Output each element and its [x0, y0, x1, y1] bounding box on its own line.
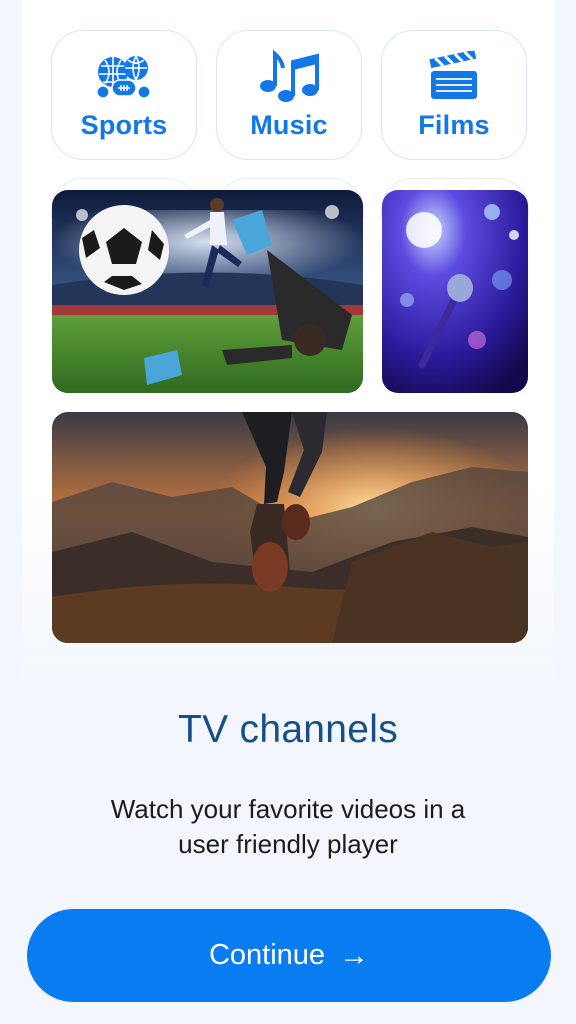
music-preview-image — [382, 190, 528, 393]
category-films[interactable]: Films — [381, 30, 527, 160]
sports-balls-icon — [94, 50, 154, 102]
category-music[interactable]: Music — [216, 30, 362, 160]
onboarding-subtitle: Watch your favorite videos in a user fri… — [110, 794, 466, 859]
clapperboard-icon — [428, 50, 480, 102]
continue-button[interactable]: Continue → — [27, 909, 551, 1002]
onboarding-title: TV channels — [177, 708, 399, 751]
films-preview-image — [52, 412, 528, 643]
category-label: Music — [250, 109, 328, 140]
continue-label: Continue — [208, 939, 326, 971]
category-label: Films — [418, 109, 490, 140]
category-label: Sports — [80, 109, 168, 140]
arrow-right-icon: → — [339, 938, 370, 972]
category-sports[interactable]: Sports — [51, 30, 197, 160]
sports-preview-image — [52, 190, 363, 393]
music-notes-icon — [258, 49, 320, 102]
